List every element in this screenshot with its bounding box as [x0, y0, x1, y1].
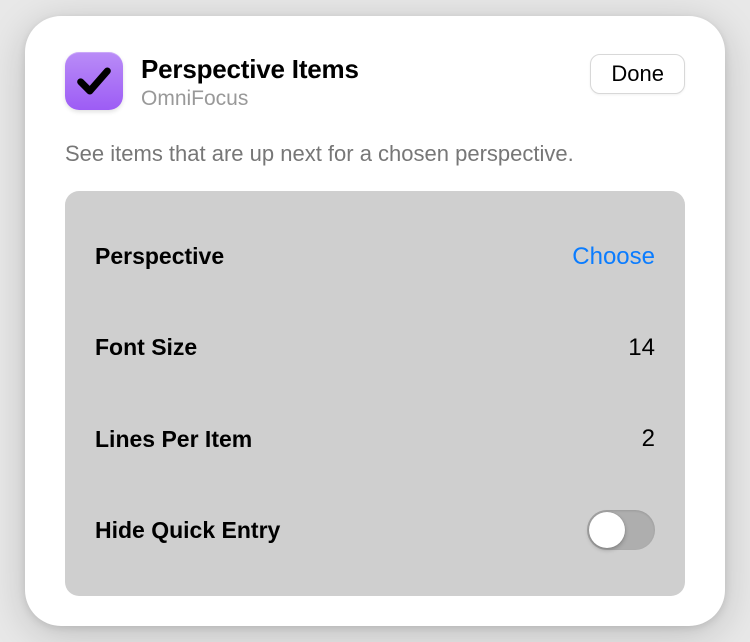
perspective-choose-button[interactable]: Choose	[572, 243, 655, 271]
row-perspective: Perspective Choose	[95, 222, 655, 292]
lines-per-item-label: Lines Per Item	[95, 426, 252, 453]
font-size-label: Font Size	[95, 334, 197, 361]
hide-quick-entry-toggle[interactable]	[587, 510, 655, 550]
settings-group: Perspective Choose Font Size 14 Lines Pe…	[65, 191, 685, 596]
toggle-knob	[589, 512, 625, 548]
widget-description: See items that are up next for a chosen …	[65, 141, 685, 167]
app-icon	[65, 52, 123, 110]
widget-title: Perspective Items	[141, 54, 572, 85]
row-font-size[interactable]: Font Size 14	[95, 313, 655, 383]
font-size-value: 14	[628, 334, 655, 362]
row-hide-quick-entry: Hide Quick Entry	[95, 495, 655, 565]
widget-config-panel: Perspective Items OmniFocus Done See ite…	[25, 16, 725, 626]
header: Perspective Items OmniFocus Done	[65, 52, 685, 111]
done-button[interactable]: Done	[590, 54, 685, 94]
app-name: OmniFocus	[141, 87, 572, 111]
row-lines-per-item[interactable]: Lines Per Item 2	[95, 404, 655, 474]
hide-quick-entry-label: Hide Quick Entry	[95, 517, 280, 544]
checkmark-icon	[74, 61, 114, 101]
lines-per-item-value: 2	[642, 425, 655, 453]
perspective-label: Perspective	[95, 243, 224, 270]
header-text: Perspective Items OmniFocus	[141, 52, 572, 111]
